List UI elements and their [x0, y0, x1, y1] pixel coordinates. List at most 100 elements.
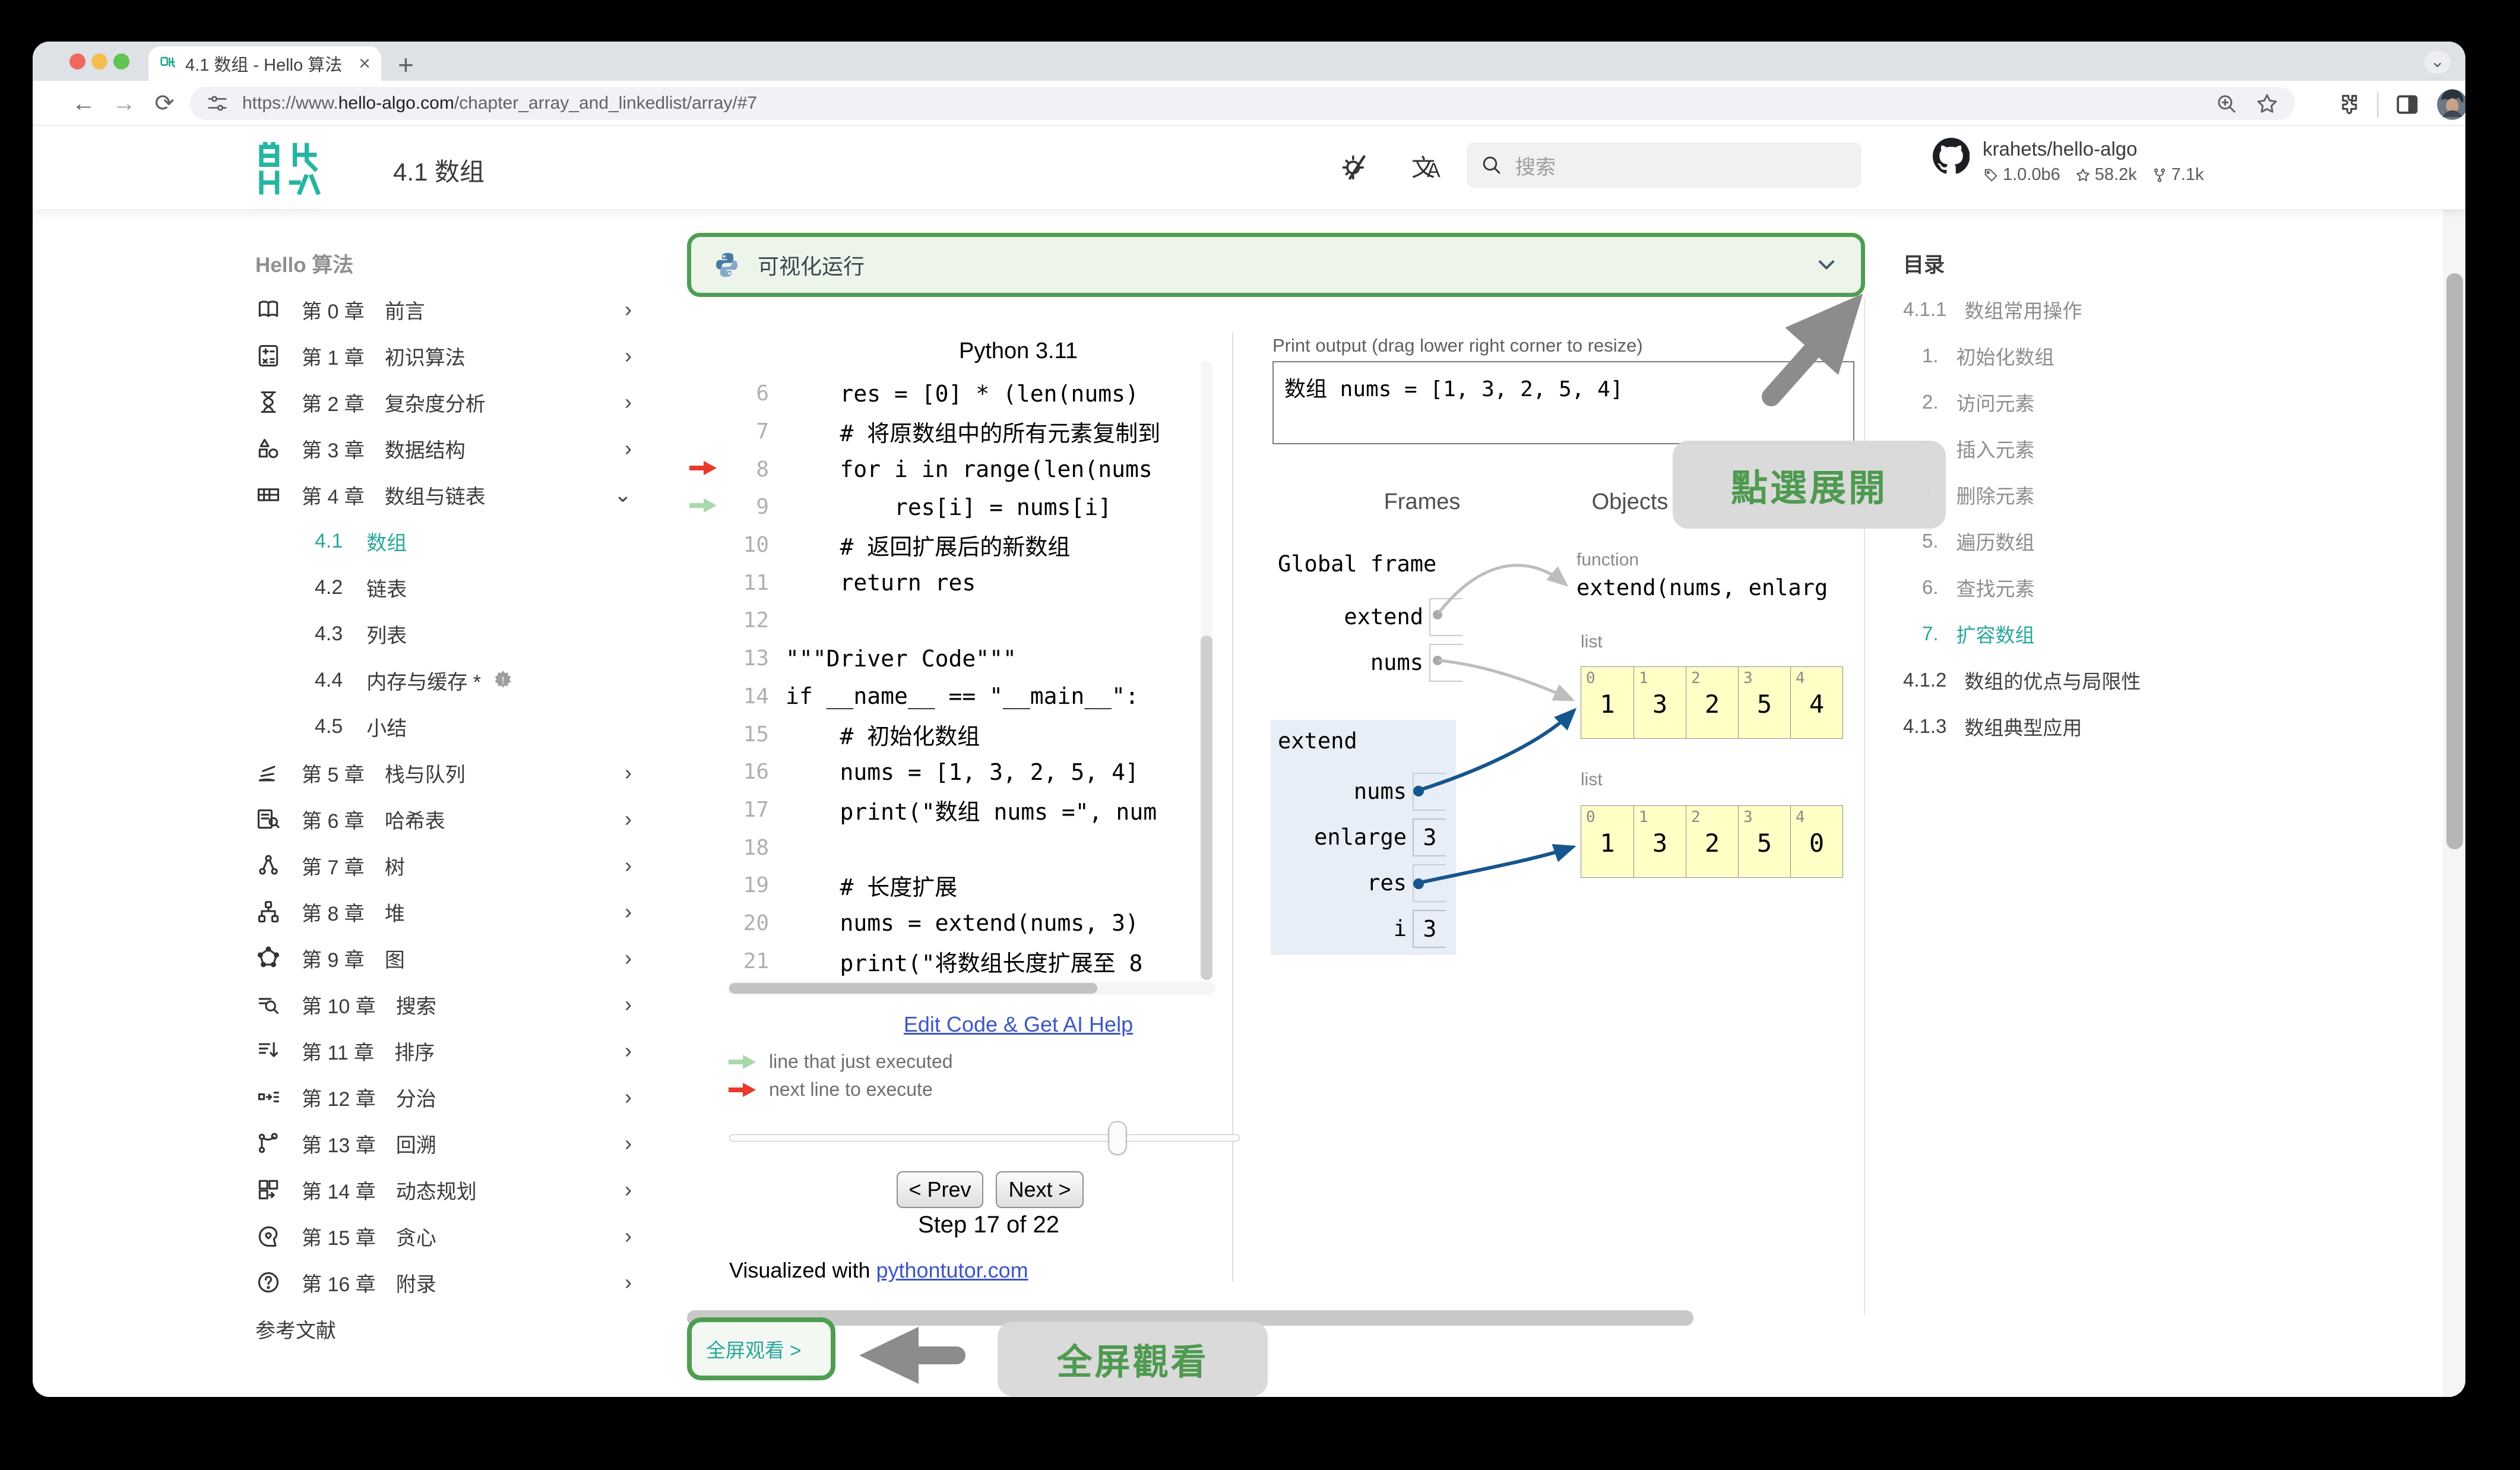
sidebar-item-chapter[interactable]: 第 15 章贪心› [255, 1213, 641, 1259]
section-title: 列表 [366, 619, 407, 649]
frame-variable: extend [1278, 594, 1462, 640]
sidebar-item-chapter[interactable]: 第 9 章图› [255, 935, 641, 981]
sidebar-item-section[interactable]: 4.3列表 [255, 611, 641, 657]
sidebar-item-chapter[interactable]: 第 7 章树› [255, 842, 641, 889]
sidebar-item-section[interactable]: 4.5小结 [255, 703, 641, 750]
code-line: 19 # 长度扩展 [687, 867, 1199, 905]
sidebar-item-chapter[interactable]: 第 4 章数组与链表⌄ [255, 472, 641, 518]
sidebar-item-chapter[interactable]: 第 10 章搜索› [255, 981, 641, 1028]
greedy-icon [255, 1223, 281, 1249]
sidebar-item-chapter[interactable]: 第 16 章附录› [255, 1259, 641, 1305]
sidebar-item-chapter[interactable]: 第 0 章前言› [255, 286, 641, 333]
zoom-page-icon[interactable] [2214, 91, 2239, 116]
tab-close-icon[interactable]: × [359, 52, 371, 75]
variable-name: enlarge [1314, 824, 1407, 850]
sidebar-item-chapter[interactable]: 第 6 章哈希表› [255, 796, 641, 842]
page-scrollbar[interactable] [2443, 126, 2465, 1397]
toc-item[interactable]: 2.访问元素 [1903, 379, 2259, 425]
sidebar-item-chapter[interactable]: 第 11 章排序› [255, 1028, 641, 1074]
code-line: 18 [687, 829, 1199, 867]
code-vertical-scrollbar-thumb[interactable] [1201, 636, 1212, 980]
back-button[interactable]: ← [69, 89, 98, 118]
list-object: 0113223544 [1581, 666, 1843, 739]
variable-name: i [1394, 916, 1407, 941]
traffic-light-close-icon[interactable] [69, 53, 86, 69]
sidebar-item-chapter[interactable]: 第 5 章栈与队列› [255, 750, 641, 796]
toc-item[interactable]: 4.删除元素 [1903, 472, 2259, 518]
tab-search-chevron-icon[interactable]: ⌄ [2424, 51, 2451, 74]
step-slider[interactable] [729, 1134, 1240, 1142]
print-output-box[interactable]: 数组 nums = [1, 3, 2, 5, 4] [1272, 361, 1854, 444]
profile-avatar[interactable] [2436, 88, 2465, 121]
chevron-right-icon: › [625, 853, 632, 878]
chevron-right-icon: › [625, 1270, 632, 1295]
toc-item-title: 数组典型应用 [1964, 712, 2082, 741]
traffic-light-minimize-icon[interactable] [91, 53, 107, 69]
toc-item-number: 5. [1922, 530, 1939, 552]
edit-code-link[interactable]: Edit Code & Get AI Help [834, 1012, 1202, 1037]
browser-tab[interactable]: 4.1 数组 - Hello 算法 × [148, 46, 381, 81]
toc-item[interactable]: 6.查找元素 [1903, 564, 2259, 611]
visual-run-summary-bar[interactable]: 可视化运行 [687, 233, 1865, 297]
bookmark-star-icon[interactable] [2255, 91, 2280, 116]
reload-button[interactable]: ⟳ [150, 89, 179, 118]
pythontutor-link[interactable]: pythontutor.com [876, 1258, 1028, 1282]
site-settings-icon[interactable] [205, 91, 229, 115]
toc-item[interactable]: 4.1.1数组常用操作 [1903, 286, 2259, 333]
table-of-contents: 目录 4.1.1数组常用操作1.初始化数组2.访问元素3.插入元素4.删除元素5… [1903, 245, 2259, 750]
cell-value: 3 [1634, 829, 1686, 858]
frame-variable: enlarge3 [1271, 814, 1446, 860]
sidebar-item-section[interactable]: 4.4内存与缓存 *! [255, 657, 641, 703]
toc-item[interactable]: 4.1.2数组的优点与局限性 [1903, 657, 2259, 703]
toc-item[interactable]: 4.1.3数组典型应用 [1903, 703, 2259, 750]
toc-item-title: 查找元素 [1957, 573, 2035, 602]
prev-step-button[interactable]: < Prev [897, 1171, 983, 1208]
sidebar-site-title: Hello 算法 [255, 245, 641, 286]
toc-item[interactable]: 5.遍历数组 [1903, 518, 2259, 564]
extensions-puzzle-icon[interactable] [2335, 91, 2361, 118]
cell-index: 2 [1691, 808, 1701, 826]
fullscreen-view-button[interactable]: 全屏观看 > [687, 1317, 835, 1380]
cell-index: 0 [1586, 808, 1595, 826]
search-input[interactable]: 搜索 [1467, 143, 1861, 188]
address-bar[interactable]: https://www.hello-algo.com/chapter_array… [190, 87, 2295, 120]
chevron-right-icon: › [625, 1131, 632, 1156]
chevron-right-icon: › [625, 1038, 632, 1063]
list-cell: 01 [1581, 667, 1633, 738]
stack-icon [255, 760, 281, 786]
toc-item[interactable]: 7.扩容数组 [1903, 611, 2259, 657]
next-step-button[interactable]: Next > [996, 1171, 1084, 1208]
sidebar-item-chapter[interactable]: 第 8 章堆› [255, 889, 641, 935]
chevron-right-icon: › [625, 390, 632, 415]
list-cell: 35 [1738, 806, 1790, 877]
code-line: 8 for i in range(len(nums [687, 450, 1199, 488]
page-scrollbar-thumb[interactable] [2446, 273, 2463, 849]
side-panel-icon[interactable] [2394, 91, 2420, 118]
github-repo-link[interactable]: krahets/hello-algo 1.0.0b6 58.2k [1933, 138, 2204, 185]
sidebar-item-chapter[interactable]: 第 3 章数据结构› [255, 425, 641, 472]
legend-text: line that just executed [769, 1051, 953, 1073]
variable-value [1429, 598, 1462, 636]
step-slider-thumb[interactable] [1109, 1121, 1126, 1155]
sidebar-item-chapter[interactable]: 第 2 章复杂度分析› [255, 379, 641, 425]
sidebar-item-section[interactable]: 4.1数组 [255, 518, 641, 564]
code-horizontal-scrollbar-thumb[interactable] [729, 983, 1097, 994]
new-tab-button[interactable]: + [398, 49, 414, 81]
sidebar-item-chapter[interactable]: 第 14 章动态规划› [255, 1166, 641, 1213]
sidebar-item-chapter[interactable]: 第 13 章回溯› [255, 1120, 641, 1166]
code-editor[interactable]: 6 res = [0] * (len(nums)7 # 将原数组中的所有元素复制… [687, 375, 1199, 981]
theme-toggle-icon[interactable] [1339, 152, 1370, 183]
toc-item[interactable]: 1.初始化数组 [1903, 333, 2259, 379]
forward-button[interactable]: → [110, 89, 138, 118]
toc-item[interactable]: 3.插入元素 [1903, 425, 2259, 472]
code-line: 16 nums = [1, 3, 2, 5, 4] [687, 753, 1199, 791]
star-icon [2075, 167, 2091, 184]
sidebar-item-chapter[interactable]: 第 1 章初识算法› [255, 333, 641, 379]
sidebar-item-references[interactable]: 参考文献 [255, 1305, 641, 1352]
sidebar-item-section[interactable]: 4.2链表 [255, 564, 641, 611]
print-output-label: Print output (drag lower right corner to… [1272, 335, 1643, 356]
cell-value: 3 [1634, 690, 1686, 719]
traffic-light-zoom-icon[interactable] [113, 53, 129, 69]
translate-icon[interactable]: 文 A [1411, 152, 1442, 183]
sidebar-item-chapter[interactable]: 第 12 章分治› [255, 1074, 641, 1120]
